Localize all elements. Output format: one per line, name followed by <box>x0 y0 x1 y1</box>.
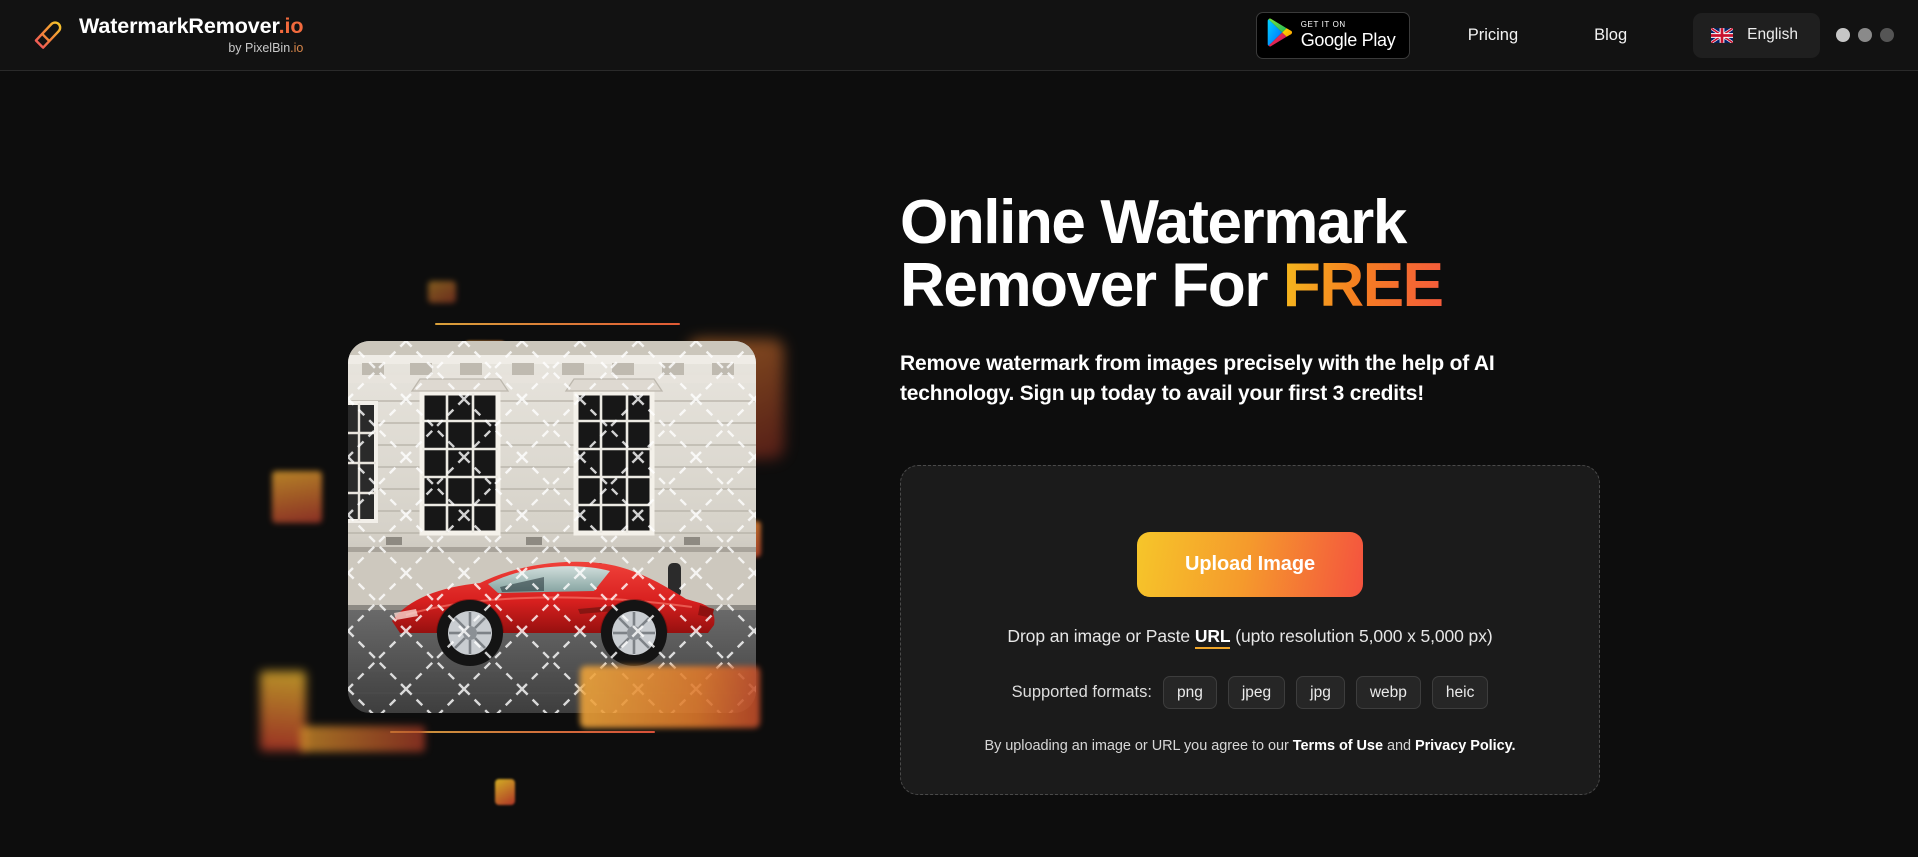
decor-rule-top <box>435 323 680 325</box>
hero-visual-panel <box>0 71 900 857</box>
brand-title: WatermarkRemover.io <box>79 13 304 38</box>
brand-byline: by PixelBin.io <box>228 41 304 55</box>
nav-link-blog[interactable]: Blog <box>1580 26 1641 45</box>
terms-of-use-link[interactable]: Terms of Use <box>1293 738 1383 754</box>
language-selector[interactable]: English <box>1693 12 1820 58</box>
google-play-badge[interactable]: GET IT ON Google Play <box>1255 11 1410 59</box>
supported-formats-label: Supported formats: <box>1011 683 1152 702</box>
legal-text-before: By uploading an image or URL you agree t… <box>984 738 1293 755</box>
drop-instruction: Drop an image or Paste URL (upto resolut… <box>931 626 1569 650</box>
decor-block-9 <box>428 281 456 303</box>
google-play-label: Google Play <box>1300 30 1396 50</box>
format-chip-heic: heic <box>1431 676 1489 710</box>
google-play-icon <box>1267 18 1293 52</box>
hero-copy-panel: Online Watermark Remover For FREE Remove … <box>900 71 1640 857</box>
upload-image-button[interactable]: Upload Image <box>1137 532 1363 598</box>
brand-tld: .io <box>278 13 304 38</box>
headline-highlight: FREE <box>1282 251 1444 321</box>
hero-image-stage <box>260 271 820 805</box>
google-play-small-label: GET IT ON <box>1300 20 1346 29</box>
page-subtitle: Remove watermark from images precisely w… <box>900 352 1495 406</box>
drop-text-after: (upto resolution 5,000 x 5,000 px) <box>1230 626 1493 647</box>
privacy-policy-link[interactable]: Privacy Policy. <box>1415 738 1516 754</box>
headline-line-2-prefix: Remover For <box>900 251 1283 321</box>
page-title: Online Watermark Remover For FREE <box>900 191 1520 317</box>
main-content: Online Watermark Remover For FREE Remove … <box>0 71 1918 857</box>
site-header: WatermarkRemover.io by PixelBin.io GET I… <box>0 0 1918 71</box>
brand-logo[interactable]: WatermarkRemover.io by PixelBin.io <box>24 13 303 57</box>
loading-dot-3 <box>1880 28 1894 42</box>
format-chip-jpeg: jpeg <box>1227 676 1286 710</box>
byline-tld: .io <box>290 41 304 55</box>
eraser-icon <box>24 13 68 57</box>
language-label: English <box>1747 26 1798 43</box>
format-chip-webp: webp <box>1355 676 1421 710</box>
drop-text-before: Drop an image or Paste <box>1007 626 1195 647</box>
format-chip-png: png <box>1162 676 1217 710</box>
nav-link-pricing[interactable]: Pricing <box>1454 26 1532 45</box>
loading-dot-2 <box>1858 28 1872 42</box>
format-chip-jpg: jpg <box>1296 676 1345 710</box>
decor-block-5 <box>580 666 760 728</box>
paste-url-link[interactable]: URL <box>1194 626 1231 650</box>
legal-text-middle: and <box>1382 738 1415 755</box>
headline-line-1: Online Watermark <box>900 188 1407 257</box>
loading-dots <box>1836 28 1894 42</box>
decor-block-7 <box>300 726 425 752</box>
upload-dropzone[interactable]: Upload Image Drop an image or Paste URL … <box>900 465 1600 796</box>
supported-formats-row: Supported formats: png jpeg jpg webp hei… <box>931 676 1569 710</box>
legal-notice: By uploading an image or URL you agree t… <box>931 738 1569 754</box>
loading-dot-1 <box>1836 28 1850 42</box>
decor-block-3 <box>272 471 322 523</box>
decor-block-8 <box>495 779 515 805</box>
header-right-group: GET IT ON Google Play Pricing Blog Engli… <box>1255 0 1918 70</box>
watermarked-photo <box>348 341 756 713</box>
decor-rule-bottom <box>390 731 655 733</box>
uk-flag-icon <box>1711 27 1734 43</box>
